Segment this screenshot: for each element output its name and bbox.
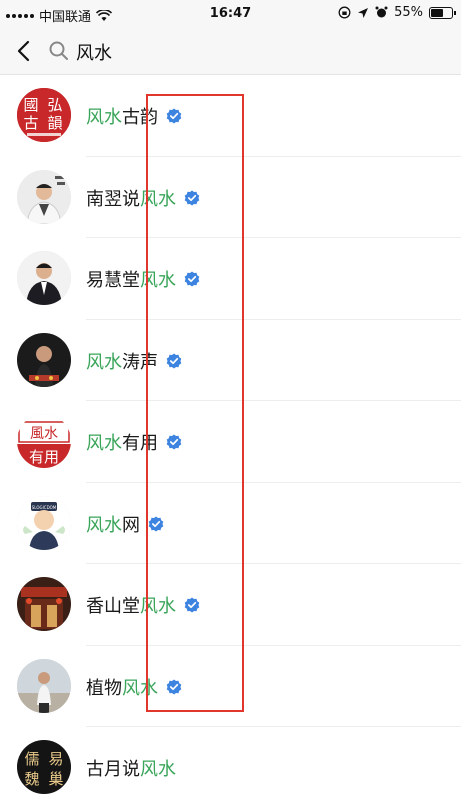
svg-text:易: 易 — [48, 750, 63, 768]
account-avatar: 儒 易 魏 巢 — [17, 740, 71, 794]
annotation-highlight-box — [146, 94, 244, 712]
person-photo-icon — [17, 169, 71, 224]
location-icon — [358, 7, 369, 18]
svg-text:風水: 風水 — [30, 426, 58, 442]
svg-text:巢: 巢 — [48, 770, 63, 788]
storefront-photo-icon — [17, 577, 71, 631]
person-photo-icon — [17, 332, 71, 387]
svg-text:古: 古 — [23, 114, 38, 132]
account-name: 古月说 风水 — [86, 759, 176, 780]
account-avatar — [17, 658, 71, 713]
search-icon — [49, 41, 68, 60]
svg-text:儒: 儒 — [24, 750, 39, 768]
cartoon-character-icon: SLOGICDOM — [17, 495, 71, 550]
back-button[interactable] — [12, 38, 36, 64]
svg-text:SLOGICDOM: SLOGICDOM — [32, 505, 57, 510]
search-bar: 风水 — [0, 28, 461, 75]
svg-text:魏: 魏 — [24, 770, 39, 788]
person-photo-icon — [17, 658, 71, 713]
brand-logo-icon: 風水 有用 — [17, 414, 71, 468]
search-input[interactable]: 风水 — [76, 39, 112, 65]
svg-text:有用: 有用 — [29, 448, 59, 466]
svg-text:國: 國 — [23, 96, 38, 114]
account-avatar — [17, 251, 71, 305]
battery-percent: 55% — [394, 5, 423, 20]
account-avatar: 風水 有用 — [17, 414, 71, 468]
svg-text:弘: 弘 — [47, 96, 62, 114]
account-avatar: SLOGICDOM — [17, 495, 71, 550]
account-avatar: 國 弘 古 韻 — [17, 88, 71, 142]
account-avatar — [17, 332, 71, 387]
account-avatar — [17, 577, 71, 631]
battery-icon — [429, 6, 456, 19]
result-row[interactable]: 儒 易 魏 巢 古月说 风水 — [0, 727, 461, 809]
account-avatar — [17, 169, 71, 224]
person-photo-icon — [17, 251, 71, 305]
calligraphy-logo-icon: 儒 易 魏 巢 — [17, 740, 71, 794]
seal-logo-icon: 國 弘 古 韻 — [17, 88, 71, 142]
status-right: 55% — [338, 5, 456, 20]
status-bar: 中国联通 16:47 55% — [0, 0, 461, 28]
orientation-lock-icon — [338, 6, 351, 19]
svg-text:韻: 韻 — [47, 114, 62, 132]
alarm-icon — [375, 6, 388, 18]
